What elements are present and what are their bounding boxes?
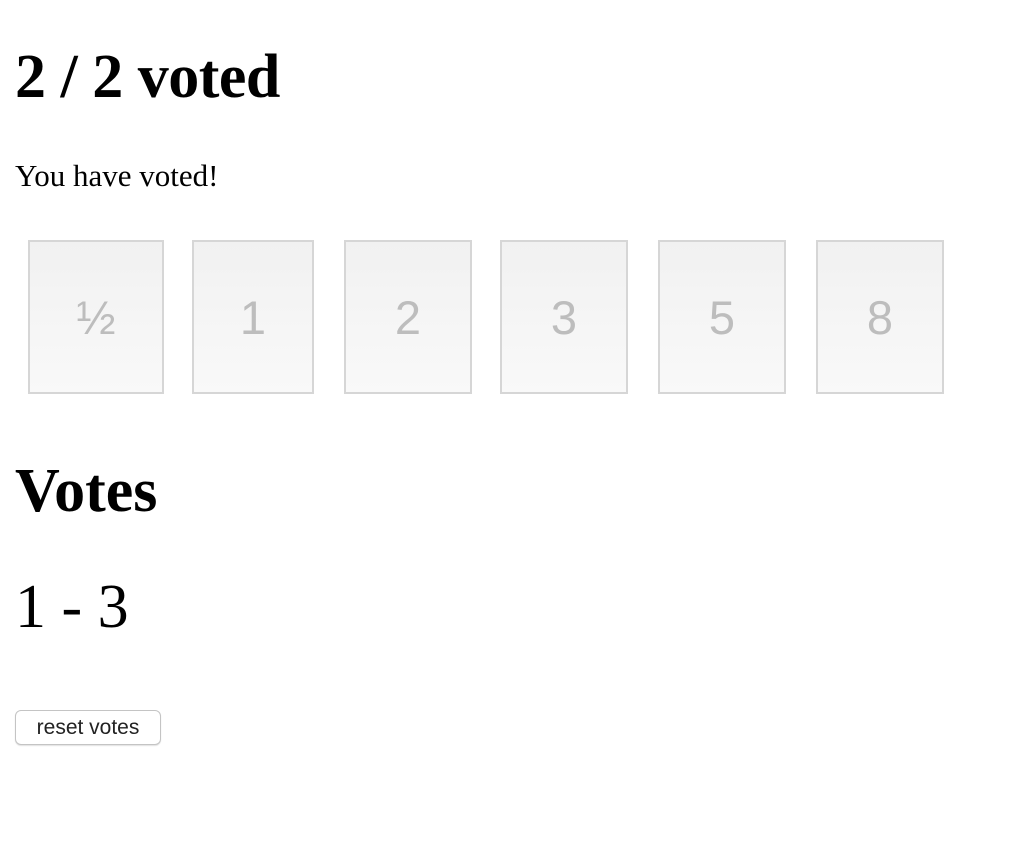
vote-count-heading: 2 / 2 voted: [15, 43, 280, 111]
reset-votes-button[interactable]: reset votes: [15, 710, 161, 745]
vote-card-1[interactable]: 1: [192, 240, 314, 394]
votes-range: 1 - 3: [15, 573, 129, 641]
vote-card-half[interactable]: ½: [28, 240, 164, 394]
votes-heading: Votes: [15, 457, 158, 525]
vote-card-8[interactable]: 8: [816, 240, 944, 394]
vote-card-3[interactable]: 3: [500, 240, 628, 394]
vote-card-2[interactable]: 2: [344, 240, 472, 394]
vote-status-text: You have voted!: [15, 158, 219, 193]
vote-card-5[interactable]: 5: [658, 240, 786, 394]
